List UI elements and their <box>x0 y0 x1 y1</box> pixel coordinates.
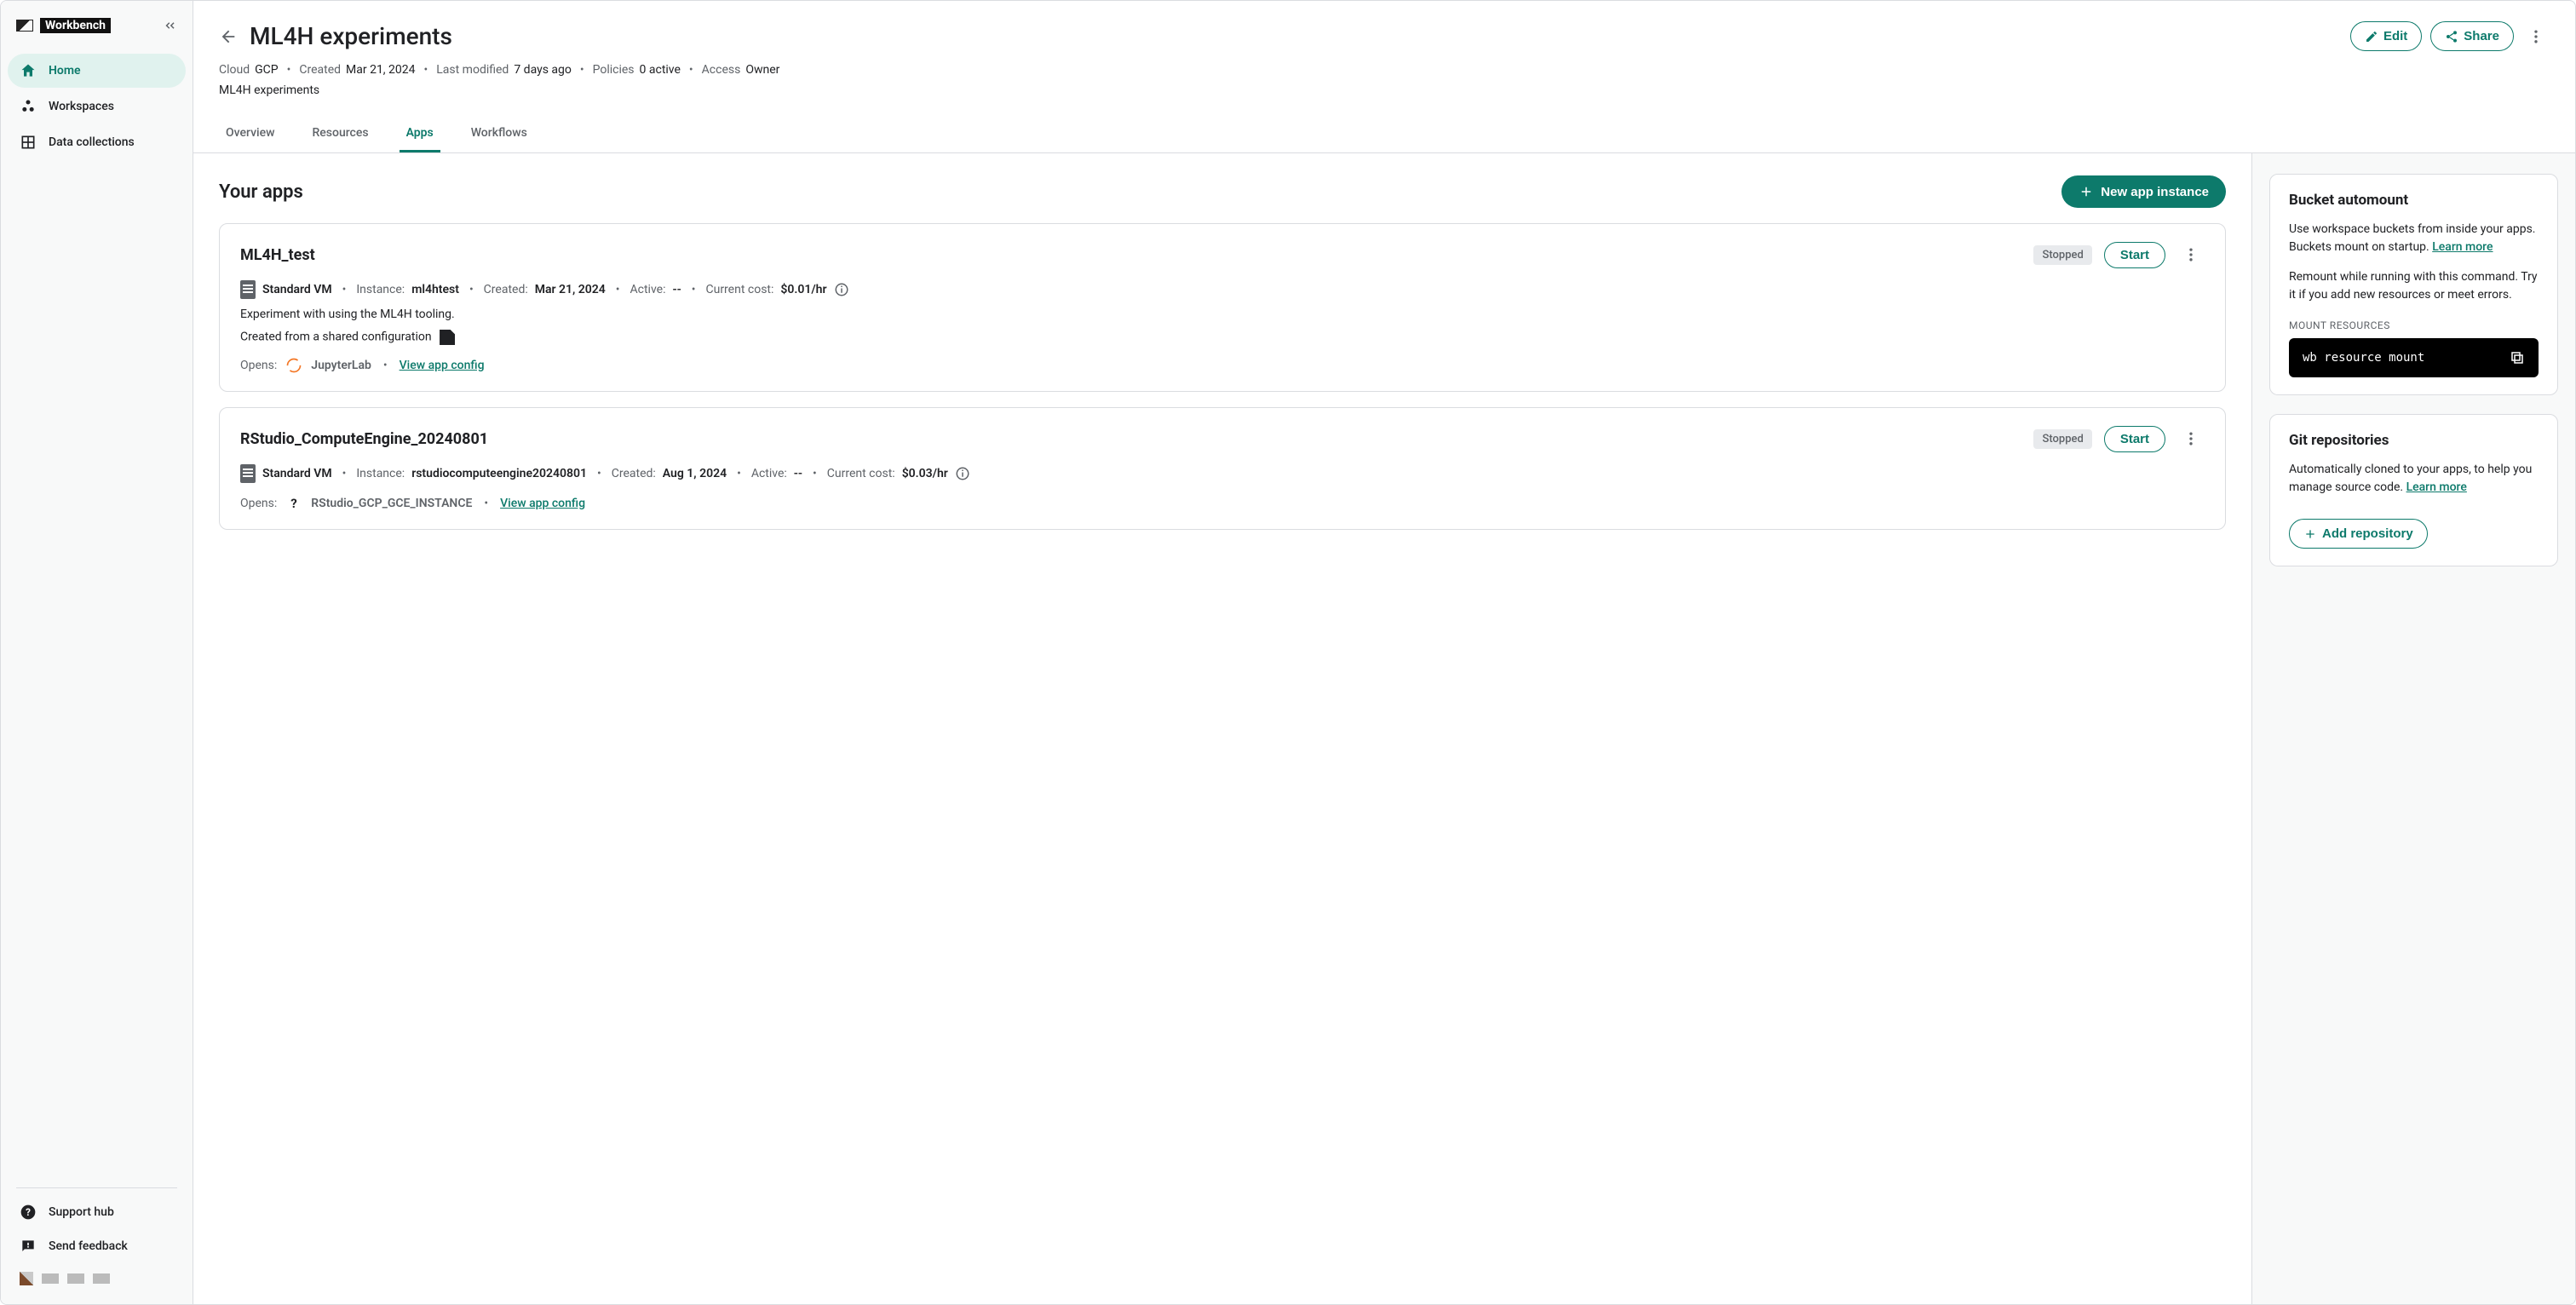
back-button[interactable] <box>219 27 238 46</box>
bucket-automount-panel: Bucket automount Use workspace buckets f… <box>2269 174 2558 395</box>
more-vert-icon <box>2182 430 2199 447</box>
sidebar-item-label: Home <box>49 64 81 78</box>
arrow-left-icon <box>219 27 238 46</box>
app-config-note: Created from a shared configuration <box>240 330 2205 345</box>
workspace-meta: Cloud GCP • Created Mar 21, 2024 • Last … <box>219 63 2550 77</box>
start-button[interactable]: Start <box>2104 426 2165 452</box>
app-name: ML4H_test <box>240 246 315 264</box>
learn-more-link[interactable]: Learn more <box>2406 480 2467 494</box>
sidebar: Workbench Home Workspaces <box>1 1 193 1304</box>
svg-text:?: ? <box>291 496 297 511</box>
unknown-app-icon: ? <box>285 495 302 512</box>
more-vert-icon <box>2527 28 2544 45</box>
home-icon <box>20 62 37 79</box>
new-app-instance-button[interactable]: New app instance <box>2061 175 2226 208</box>
sidebar-item-label: Workspaces <box>49 100 114 113</box>
jupyter-icon <box>285 357 302 374</box>
info-icon[interactable] <box>955 466 970 481</box>
file-icon <box>440 330 455 345</box>
sidebar-item-home[interactable]: Home <box>8 54 186 88</box>
share-icon <box>2445 30 2458 43</box>
start-button[interactable]: Start <box>2104 242 2165 268</box>
sidebar-item-workspaces[interactable]: Workspaces <box>8 89 186 124</box>
sidebar-item-send-feedback[interactable]: Send feedback <box>8 1229 186 1263</box>
document-icon <box>240 464 256 483</box>
more-vert-icon <box>2182 246 2199 263</box>
add-repository-button[interactable]: Add repository <box>2289 519 2428 549</box>
view-app-config-link[interactable]: View app config <box>400 359 485 372</box>
mount-command-box: wb resource mount <box>2289 338 2539 377</box>
status-badge: Stopped <box>2033 245 2091 265</box>
brand: Workbench <box>16 18 111 33</box>
help-icon: ? <box>20 1204 37 1221</box>
copy-icon <box>2510 350 2525 365</box>
app-more-menu-button[interactable] <box>2177 241 2205 268</box>
data-collections-icon <box>20 134 37 151</box>
sidebar-item-data-collections[interactable]: Data collections <box>8 125 186 159</box>
plus-icon <box>2079 184 2094 199</box>
brand-logo-icon <box>16 20 33 32</box>
app-card: RStudio_ComputeEngine_20240801 Stopped S… <box>219 407 2226 530</box>
info-icon[interactable] <box>834 282 849 297</box>
status-badge: Stopped <box>2033 429 2091 449</box>
app-description: Experiment with using the ML4H tooling. <box>240 308 2205 321</box>
share-button[interactable]: Share <box>2430 21 2514 51</box>
workspaces-icon <box>20 98 37 115</box>
user-profile[interactable] <box>8 1263 186 1294</box>
app-name: RStudio_ComputeEngine_20240801 <box>240 430 488 448</box>
sidebar-item-label: Send feedback <box>49 1239 128 1253</box>
page-title: ML4H experiments <box>250 22 452 50</box>
tab-workflows[interactable]: Workflows <box>464 116 534 152</box>
section-title: Your apps <box>219 181 303 203</box>
sidebar-item-support-hub[interactable]: ? Support hub <box>8 1195 186 1229</box>
view-app-config-link[interactable]: View app config <box>500 497 585 510</box>
sidebar-item-label: Data collections <box>49 135 135 149</box>
tab-apps[interactable]: Apps <box>400 116 440 152</box>
feedback-icon <box>20 1238 37 1255</box>
brand-name: Workbench <box>40 18 111 33</box>
svg-text:?: ? <box>26 1206 31 1218</box>
tabs: Overview Resources Apps Workflows <box>219 116 2550 152</box>
pencil-icon <box>2365 30 2378 43</box>
more-menu-button[interactable] <box>2522 23 2550 50</box>
tab-overview[interactable]: Overview <box>219 116 281 152</box>
app-more-menu-button[interactable] <box>2177 425 2205 452</box>
collapse-sidebar-button[interactable] <box>162 18 177 33</box>
git-repositories-panel: Git repositories Automatically cloned to… <box>2269 414 2558 566</box>
workspace-description: ML4H experiments <box>219 83 2550 97</box>
edit-button[interactable]: Edit <box>2350 21 2422 51</box>
plus-icon <box>2303 527 2317 541</box>
document-icon <box>240 280 256 299</box>
app-card: ML4H_test Stopped Start Standard VM • <box>219 223 2226 392</box>
chevrons-left-icon <box>162 18 177 33</box>
copy-button[interactable] <box>2510 350 2525 365</box>
tab-resources[interactable]: Resources <box>305 116 375 152</box>
learn-more-link[interactable]: Learn more <box>2432 240 2493 254</box>
avatar-icon <box>20 1272 33 1285</box>
sidebar-item-label: Support hub <box>49 1205 114 1219</box>
